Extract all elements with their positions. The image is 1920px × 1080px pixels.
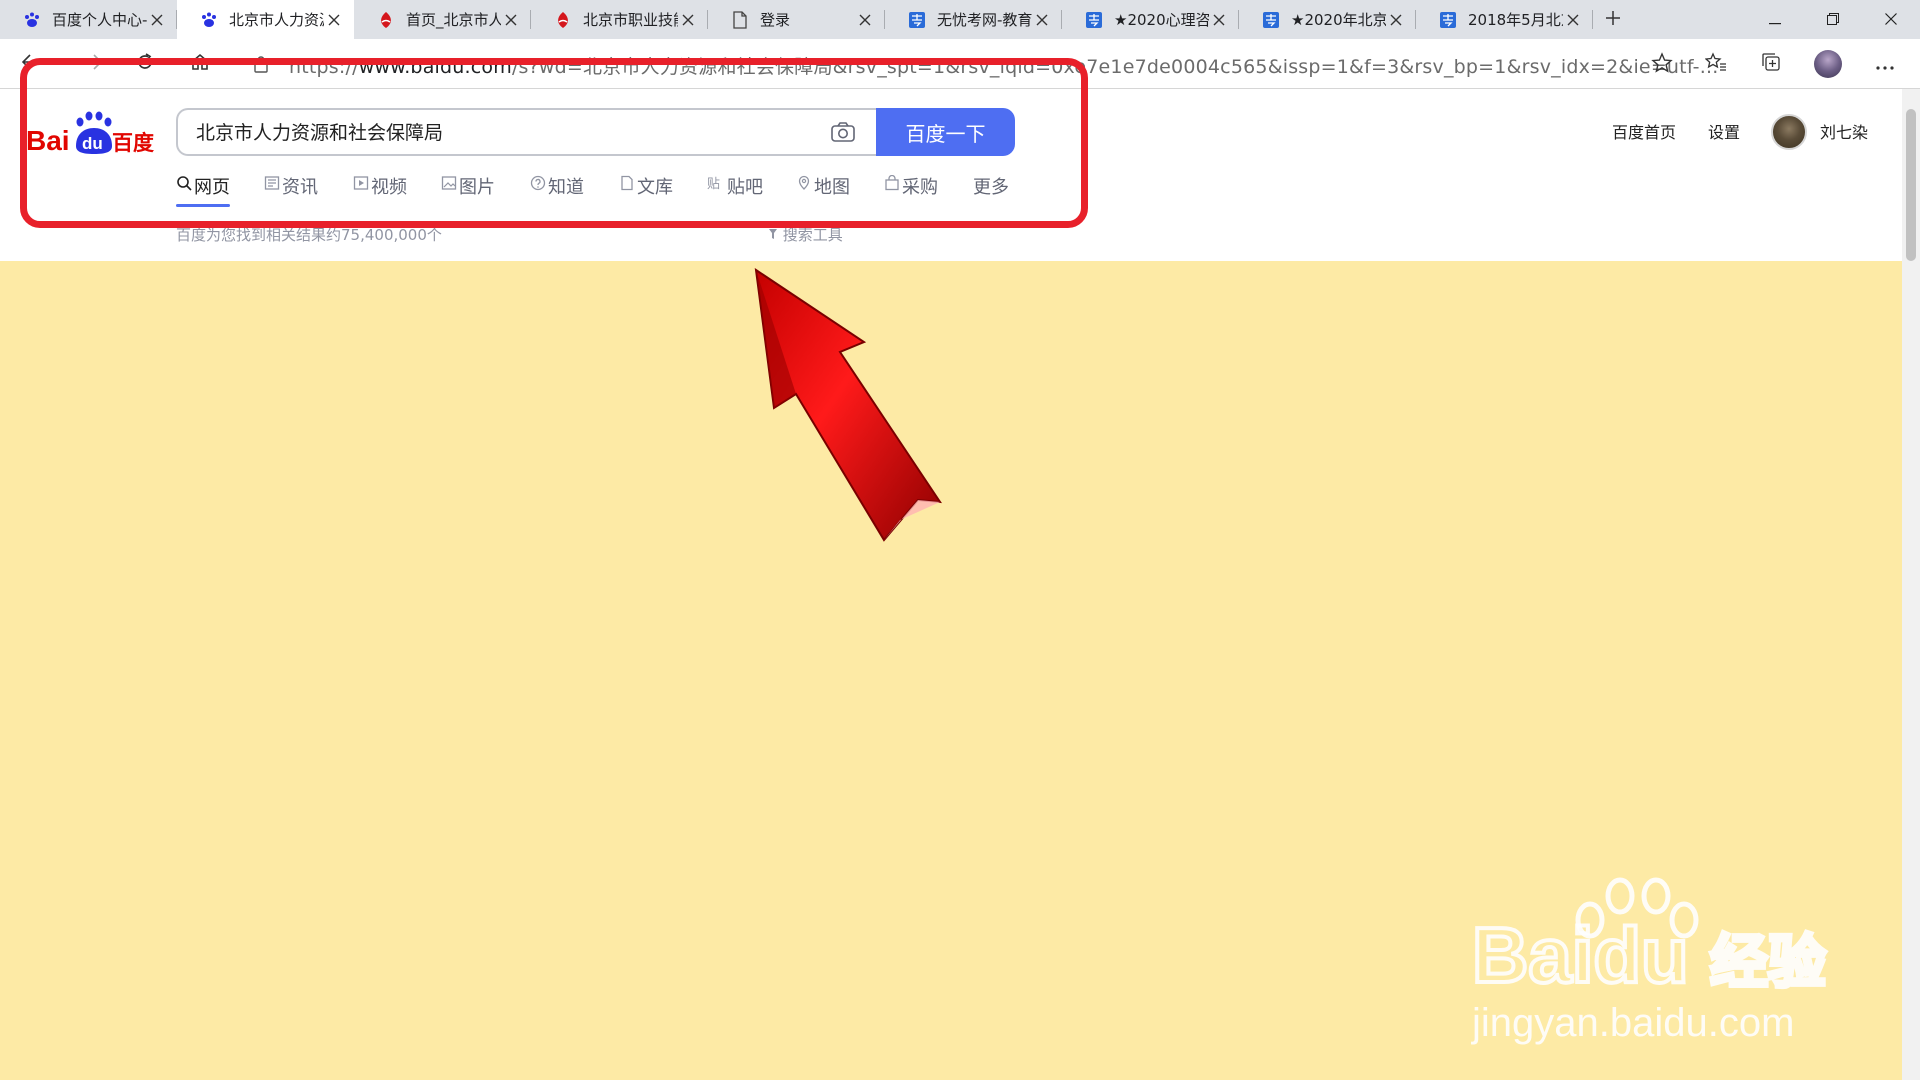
close-icon[interactable] <box>501 10 521 30</box>
restore-icon <box>1827 10 1839 29</box>
vertical-scrollbar[interactable] <box>1902 89 1920 1080</box>
tab-title: ★2020心理咨询 <box>1114 11 1209 29</box>
browser-tab-strip: 百度个人中心-- 北京市人力资源 首页_北京市人 北京市职业技能 登录 无忧考网 <box>0 0 1920 39</box>
watermark-cn: 经验 <box>1710 928 1826 996</box>
tab-title: 首页_北京市人 <box>406 11 501 29</box>
filter-icon <box>768 226 778 244</box>
close-icon[interactable] <box>1386 10 1406 30</box>
browser-tab[interactable]: 北京市职业技能 <box>531 0 708 39</box>
watermark-url: jingyan.baidu.com <box>1471 1001 1794 1045</box>
more-dots-icon <box>1876 55 1894 74</box>
close-icon[interactable] <box>855 10 875 30</box>
gov-emblem-icon <box>553 10 573 30</box>
browser-tab[interactable]: ★2020年北京心 <box>1239 0 1416 39</box>
close-icon[interactable] <box>324 10 344 30</box>
browser-tab[interactable]: 登录 <box>708 0 885 39</box>
tab-title: 北京市人力资源 <box>229 11 324 29</box>
red-arrow-annotation <box>740 262 960 552</box>
tab-title: ★2020年北京心 <box>1291 11 1386 29</box>
kao-icon <box>1438 10 1458 30</box>
browser-tab[interactable]: 无忧考网-教育 <box>885 0 1062 39</box>
baidu-paw-icon <box>199 10 219 30</box>
favorite-star-icon[interactable] <box>1651 52 1673 78</box>
tab-title: 百度个人中心-- <box>52 11 147 29</box>
browser-tab[interactable]: 首页_北京市人 <box>354 0 531 39</box>
close-icon[interactable] <box>1563 10 1583 30</box>
new-tab-button[interactable] <box>1593 0 1633 39</box>
browser-tab-active[interactable]: 北京市人力资源 <box>177 0 354 39</box>
favorites-list-icon <box>1704 52 1727 76</box>
settings-more-button[interactable] <box>1868 47 1902 81</box>
kao-icon <box>1261 10 1281 30</box>
kao-icon <box>1084 10 1104 30</box>
close-icon[interactable] <box>147 10 167 30</box>
close-icon <box>1885 10 1897 29</box>
close-window-button[interactable] <box>1862 0 1920 39</box>
username[interactable]: 刘七染 <box>1820 119 1868 143</box>
collections-icon <box>1761 52 1781 76</box>
baidu-jingyan-watermark: Baidu 经验 jingyan.baidu.com <box>1470 870 1890 1050</box>
profile-avatar-icon <box>1814 50 1842 78</box>
browser-tab[interactable]: 2018年5月北京 <box>1416 0 1593 39</box>
restore-button[interactable] <box>1804 0 1862 39</box>
window-controls <box>1746 0 1920 39</box>
avatar[interactable] <box>1771 114 1807 150</box>
kao-icon <box>907 10 927 30</box>
red-highlight-box <box>20 58 1088 228</box>
watermark-brand: Baidu <box>1472 911 1689 999</box>
close-icon[interactable] <box>1209 10 1229 30</box>
favorites-button[interactable] <box>1699 47 1733 81</box>
close-icon[interactable] <box>678 10 698 30</box>
baidu-paw-icon <box>22 10 42 30</box>
browser-tab[interactable]: ★2020心理咨询 <box>1062 0 1239 39</box>
plus-icon <box>1605 10 1621 30</box>
minimize-button[interactable] <box>1746 0 1804 39</box>
tab-title: 2018年5月北京 <box>1468 11 1563 29</box>
browser-tab[interactable]: 百度个人中心-- <box>0 0 177 39</box>
collections-button[interactable] <box>1754 47 1788 81</box>
gov-emblem-icon <box>376 10 396 30</box>
tab-title: 北京市职业技能 <box>583 11 678 29</box>
search-tools-label: 搜索工具 <box>782 226 843 244</box>
scroll-thumb[interactable] <box>1906 109 1916 261</box>
baidu-home-link[interactable]: 百度首页 <box>1612 119 1676 143</box>
profile-button[interactable] <box>1811 47 1845 81</box>
close-icon[interactable] <box>1032 10 1052 30</box>
tab-title: 无忧考网-教育 <box>937 11 1032 29</box>
minimize-icon <box>1769 10 1781 29</box>
tab-title: 登录 <box>760 11 791 29</box>
page-icon <box>730 10 750 30</box>
settings-link[interactable]: 设置 <box>1708 119 1740 143</box>
